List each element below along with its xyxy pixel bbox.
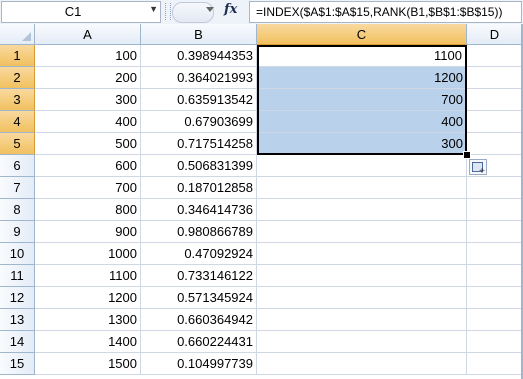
cell-a2[interactable]: 200 [35,67,141,89]
row-header[interactable]: 12 [0,287,35,309]
cell-d4[interactable] [467,111,523,133]
cell-b10[interactable]: 0.47092924 [141,243,257,265]
cell-b1[interactable]: 0.398944353 [141,45,257,67]
row-header[interactable]: 9 [0,221,35,243]
cell-c5[interactable]: 300 [257,133,467,155]
row-header[interactable]: 5 [0,133,35,155]
row-header[interactable]: 4 [0,111,35,133]
cell-b5[interactable]: 0.717514258 [141,133,257,155]
cell-a15[interactable]: 1500 [35,353,141,375]
cell-c12[interactable] [257,287,467,309]
cell-b14[interactable]: 0.660224431 [141,331,257,353]
cell-a4[interactable]: 400 [35,111,141,133]
cell-d11[interactable] [467,265,523,287]
worksheet-grid[interactable]: A B C D 1 2 3 4 5 6 7 8 9 10 11 12 13 14 15 100 0.398944353… [0,24,523,379]
cell-d13[interactable] [467,309,523,331]
cell-a9[interactable]: 900 [35,221,141,243]
cell-c13[interactable] [257,309,467,331]
select-all-triangle-icon [22,32,31,41]
cell-a10[interactable]: 1000 [35,243,141,265]
cell-d14[interactable] [467,331,523,353]
row-header[interactable]: 6 [0,155,35,177]
cell-c6[interactable] [257,155,467,177]
cell-d9[interactable] [467,221,523,243]
row-header[interactable]: 10 [0,243,35,265]
cell-c7[interactable] [257,177,467,199]
row-header[interactable]: 2 [0,67,35,89]
row-header[interactable]: 8 [0,199,35,221]
row-header[interactable]: 7 [0,177,35,199]
cell-c15[interactable] [257,353,467,375]
cell-b3[interactable]: 0.635913542 [141,89,257,111]
select-all-button[interactable] [0,24,35,45]
cell-b7[interactable]: 0.187012858 [141,177,257,199]
cell-a3[interactable]: 300 [35,89,141,111]
formula-bar-buttons [172,2,214,23]
cell-b11[interactable]: 0.733146122 [141,265,257,287]
cell-c14[interactable] [257,331,467,353]
cell-d5[interactable] [467,133,523,155]
row-header[interactable]: 15 [0,353,35,375]
fill-handle[interactable] [463,151,471,159]
cell-c4[interactable]: 400 [257,111,467,133]
formula-bar-collapse-icon[interactable] [206,7,214,12]
cell-a13[interactable]: 1300 [35,309,141,331]
formula-bar: C1 ▼ fx =INDEX($A$1:$A$15,RANK(B1,$B$1:$… [0,0,523,25]
cell-a14[interactable]: 1400 [35,331,141,353]
cell-d12[interactable] [467,287,523,309]
cell-b9[interactable]: 0.980866789 [141,221,257,243]
cell-b4[interactable]: 0.67903699 [141,111,257,133]
cell-b6[interactable]: 0.506831399 [141,155,257,177]
cell-a6[interactable]: 600 [35,155,141,177]
cell-c10[interactable] [257,243,467,265]
paste-options-icon[interactable]: + [469,159,487,177]
cell-c8[interactable] [257,199,467,221]
column-header-d[interactable]: D [467,24,523,45]
cell-b13[interactable]: 0.660364942 [141,309,257,331]
formula-bar-resize-grip-icon[interactable] [165,3,171,20]
cell-d7[interactable] [467,177,523,199]
column-header-c[interactable]: C [257,24,467,45]
cell-d8[interactable] [467,199,523,221]
cell-d15[interactable] [467,353,523,375]
cell-b12[interactable]: 0.571345924 [141,287,257,309]
cell-d10[interactable] [467,243,523,265]
name-box-value: C1 [64,4,82,19]
cell-d1[interactable] [467,45,523,67]
cell-a12[interactable]: 1200 [35,287,141,309]
row-header[interactable]: 13 [0,309,35,331]
active-cell-value[interactable]: 1100 [257,45,467,67]
cell-c9[interactable] [257,221,467,243]
column-header-a[interactable]: A [35,24,141,45]
cell-c3[interactable]: 700 [257,89,467,111]
column-header-b[interactable]: B [141,24,257,45]
cell-c2[interactable]: 1200 [257,67,467,89]
chevron-down-icon[interactable]: ▼ [149,4,158,14]
row-header[interactable]: 11 [0,265,35,287]
cell-b2[interactable]: 0.364021993 [141,67,257,89]
cell-b15[interactable]: 0.104997739 [141,353,257,375]
formula-input[interactable]: =INDEX($A$1:$A$15,RANK(B1,$B$1:$B$15)) [249,1,522,23]
cell-a8[interactable]: 800 [35,199,141,221]
cell-a5[interactable]: 500 [35,133,141,155]
cell-d2[interactable] [467,67,523,89]
cell-a1[interactable]: 100 [35,45,141,67]
cell-d3[interactable] [467,89,523,111]
cell-a11[interactable]: 1100 [35,265,141,287]
name-box[interactable]: C1 ▼ [1,1,161,23]
cell-c11[interactable] [257,265,467,287]
cell-a7[interactable]: 700 [35,177,141,199]
plus-icon: + [479,166,485,177]
insert-function-button[interactable]: fx [224,2,237,17]
row-header[interactable]: 3 [0,89,35,111]
spreadsheet-window: C1 ▼ fx =INDEX($A$1:$A$15,RANK(B1,$B$1:$… [0,0,523,379]
row-header[interactable]: 1 [0,45,35,67]
row-header[interactable]: 14 [0,331,35,353]
cell-b8[interactable]: 0.346414736 [141,199,257,221]
formula-text: =INDEX($A$1:$A$15,RANK(B1,$B$1:$B$15)) [256,5,503,19]
